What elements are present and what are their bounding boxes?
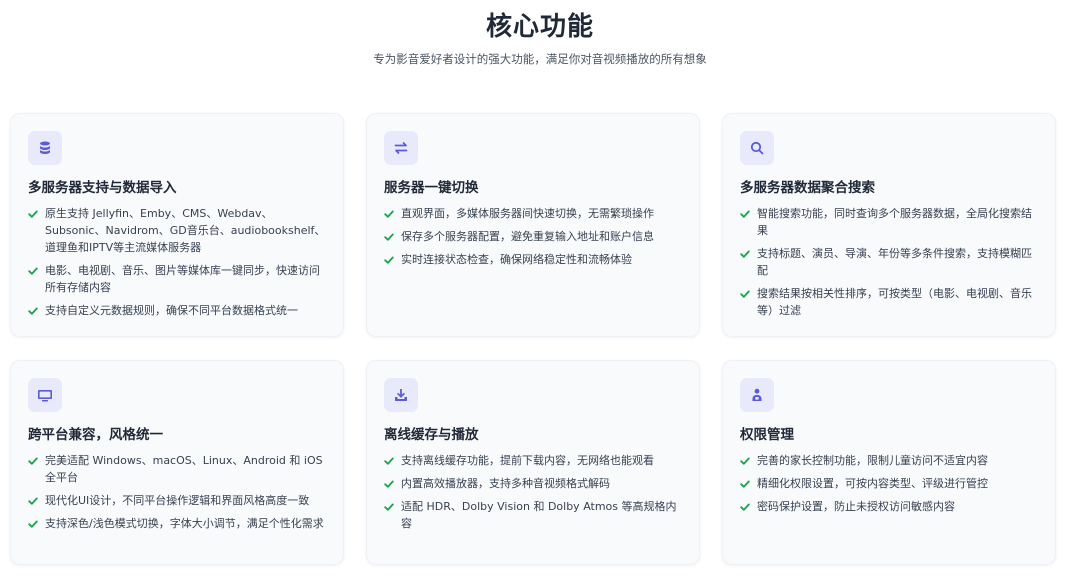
feature-text: 支持标题、演员、导演、年份等多条件搜索，支持模糊匹配 [757,247,1032,277]
feature-card-aggregate-search: 多服务器数据聚合搜索 智能搜索功能，同时查询多个服务器数据，全局化搜索结果 支持… [722,113,1056,337]
list-item: 内置高效播放器，支持多种音视频格式解码 [384,475,682,492]
feature-text: 直观界面，多媒体服务器间快速切换，无需繁琐操作 [401,207,654,220]
feature-text: 完善的家长控制功能，限制儿童访问不适宜内容 [757,454,988,467]
check-icon [740,205,751,222]
card-title: 多服务器支持与数据导入 [28,180,177,196]
list-item: 电影、电视剧、音乐、图片等媒体库一键同步，快速访问所有存储内容 [28,262,326,296]
card-title: 权限管理 [740,427,794,443]
check-icon [28,205,39,222]
check-icon [384,498,395,515]
list-item: 保存多个服务器配置，避免重复输入地址和账户信息 [384,228,682,245]
feature-list: 智能搜索功能，同时查询多个服务器数据，全局化搜索结果 支持标题、演员、导演、年份… [740,205,1038,319]
check-icon [384,475,395,492]
feature-text: 支持离线缓存功能，提前下载内容，无网络也能观看 [401,454,654,467]
list-item: 完善的家长控制功能，限制儿童访问不适宜内容 [740,452,1038,469]
list-item: 直观界面，多媒体服务器间快速切换，无需繁琐操作 [384,205,682,222]
feature-text: 适配 HDR、Dolby Vision 和 Dolby Atmos 等高规格内容 [401,500,677,530]
check-icon [28,302,39,319]
check-icon [740,475,751,492]
feature-card-cross-platform: 跨平台兼容，风格统一 完美适配 Windows、macOS、Linux、Andr… [10,360,344,565]
feature-list: 完美适配 Windows、macOS、Linux、Android 和 iOS 全… [28,452,326,532]
check-icon [28,515,39,532]
check-icon [384,452,395,469]
feature-text: 智能搜索功能，同时查询多个服务器数据，全局化搜索结果 [757,207,1032,237]
list-item: 实时连接状态检查，确保网络稳定性和流畅体验 [384,251,682,268]
card-title: 服务器一键切换 [384,180,479,196]
list-item: 现代化UI设计，不同平台操作逻辑和界面风格高度一致 [28,492,326,509]
feature-grid: 多服务器支持与数据导入 原生支持 Jellyfin、Emby、CMS、Webda… [10,113,1056,565]
check-icon [28,492,39,509]
feature-list: 支持离线缓存功能，提前下载内容，无网络也能观看 内置高效播放器，支持多种音视频格… [384,452,682,532]
list-item: 支持自定义元数据规则，确保不同平台数据格式统一 [28,302,326,319]
list-item: 支持标题、演员、导演、年份等多条件搜索，支持模糊匹配 [740,245,1038,279]
check-icon [740,245,751,262]
check-icon [28,262,39,279]
feature-card-server-switch: 服务器一键切换 直观界面，多媒体服务器间快速切换，无需繁琐操作 保存多个服务器配… [366,113,700,337]
list-item: 搜索结果按相关性排序，可按类型（电影、电视剧、音乐等）过滤 [740,285,1038,319]
feature-text: 密码保护设置，防止未授权访问敏感内容 [757,500,955,513]
feature-text: 支持自定义元数据规则，确保不同平台数据格式统一 [45,304,298,317]
check-icon [28,452,39,469]
list-item: 智能搜索功能，同时查询多个服务器数据，全局化搜索结果 [740,205,1038,239]
list-item: 精细化权限设置，可按内容类型、评级进行管控 [740,475,1038,492]
check-icon [740,498,751,515]
check-icon [384,205,395,222]
feature-text: 实时连接状态检查，确保网络稳定性和流畅体验 [401,253,632,266]
check-icon [740,285,751,302]
feature-text: 支持深色/浅色模式切换，字体大小调节，满足个性化需求 [45,517,324,530]
feature-text: 保存多个服务器配置，避免重复输入地址和账户信息 [401,230,654,243]
monitor-icon [28,378,62,412]
feature-text: 电影、电视剧、音乐、图片等媒体库一键同步，快速访问所有存储内容 [45,264,320,294]
list-item: 支持深色/浅色模式切换，字体大小调节，满足个性化需求 [28,515,326,532]
page-title: 核心功能 [485,12,594,42]
list-item: 原生支持 Jellyfin、Emby、CMS、Webdav、Subsonic、N… [28,205,326,256]
feature-card-offline-cache: 离线缓存与播放 支持离线缓存功能，提前下载内容，无网络也能观看 内置高效播放器，… [366,360,700,565]
feature-text: 完美适配 Windows、macOS、Linux、Android 和 iOS 全… [45,454,323,484]
feature-text: 精细化权限设置，可按内容类型、评级进行管控 [757,477,988,490]
database-icon [28,131,62,165]
list-item: 支持离线缓存功能，提前下载内容，无网络也能观看 [384,452,682,469]
swap-arrows-icon [384,131,418,165]
list-item: 适配 HDR、Dolby Vision 和 Dolby Atmos 等高规格内容 [384,498,682,532]
check-icon [384,228,395,245]
feature-text: 原生支持 Jellyfin、Emby、CMS、Webdav、Subsonic、N… [45,207,326,254]
feature-text: 搜索结果按相关性排序，可按类型（电影、电视剧、音乐等）过滤 [757,287,1032,317]
feature-list: 原生支持 Jellyfin、Emby、CMS、Webdav、Subsonic、N… [28,205,326,319]
card-title: 离线缓存与播放 [384,427,479,443]
feature-card-permissions: 权限管理 完善的家长控制功能，限制儿童访问不适宜内容 精细化权限设置，可按内容类… [722,360,1056,565]
feature-list: 直观界面，多媒体服务器间快速切换，无需繁琐操作 保存多个服务器配置，避免重复输入… [384,205,682,268]
feature-text: 内置高效播放器，支持多种音视频格式解码 [401,477,610,490]
list-item: 密码保护设置，防止未授权访问敏感内容 [740,498,1038,515]
check-icon [384,251,395,268]
user-shield-icon [740,378,774,412]
card-title: 多服务器数据聚合搜索 [740,180,875,196]
download-icon [384,378,418,412]
feature-text: 现代化UI设计，不同平台操作逻辑和界面风格高度一致 [45,494,310,507]
feature-list: 完善的家长控制功能，限制儿童访问不适宜内容 精细化权限设置，可按内容类型、评级进… [740,452,1038,515]
card-title: 跨平台兼容，风格统一 [28,427,163,443]
search-icon [740,131,774,165]
check-icon [740,452,751,469]
feature-card-multi-server: 多服务器支持与数据导入 原生支持 Jellyfin、Emby、CMS、Webda… [10,113,344,337]
page-subtitle: 专为影音爱好者设计的强大功能，满足你对音视频播放的所有想象 [373,52,707,66]
list-item: 完美适配 Windows、macOS、Linux、Android 和 iOS 全… [28,452,326,486]
